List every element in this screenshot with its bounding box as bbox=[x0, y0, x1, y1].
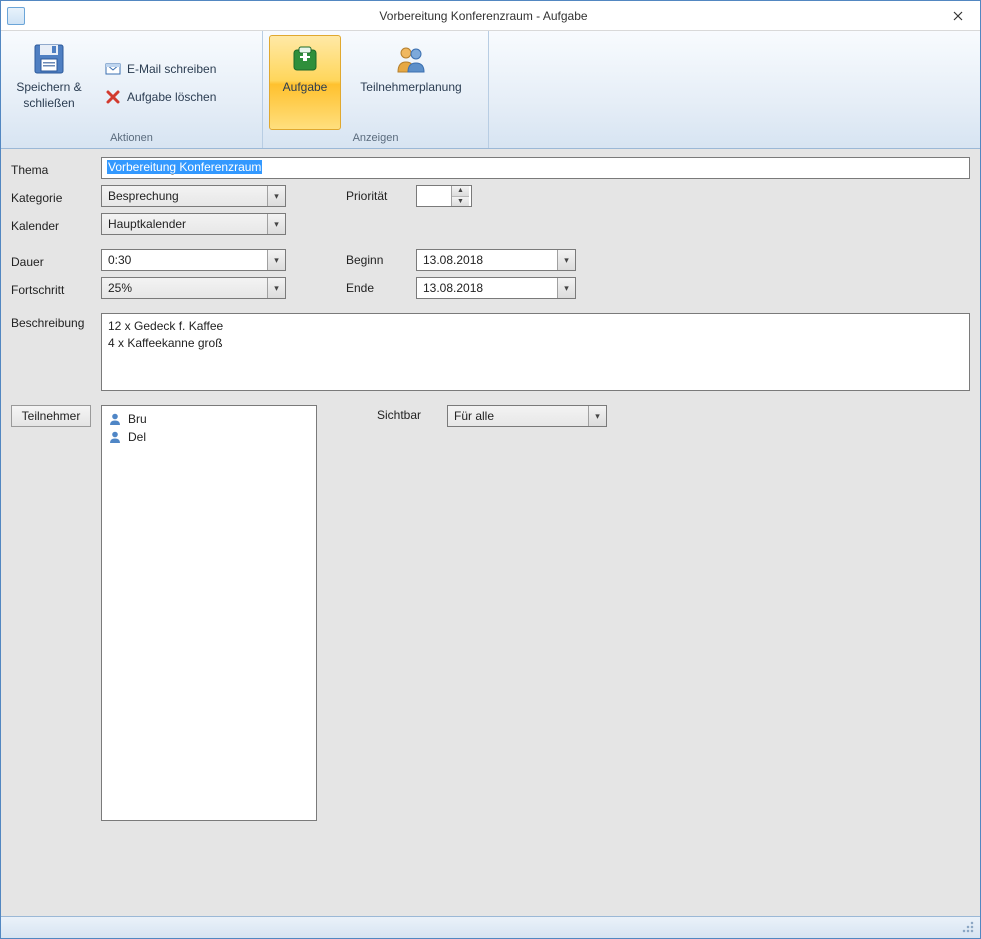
chevron-down-icon: ▾ bbox=[267, 250, 285, 270]
close-button[interactable] bbox=[936, 1, 980, 30]
email-icon bbox=[105, 61, 121, 77]
fortschritt-value: 25% bbox=[102, 281, 267, 295]
chevron-down-icon: ▾ bbox=[267, 186, 285, 206]
save-close-button[interactable]: Speichern & schließen bbox=[7, 35, 91, 130]
view-participants-label: Teilnehmerplanung bbox=[360, 80, 461, 96]
chevron-down-icon: ▾ bbox=[588, 406, 606, 426]
chevron-down-icon: ▾ bbox=[557, 278, 575, 298]
list-item-label: Del bbox=[128, 430, 146, 444]
label-beschreibung: Beschreibung bbox=[11, 313, 101, 330]
dauer-combo[interactable]: 0:30 ▾ bbox=[101, 249, 286, 271]
label-dauer: Dauer bbox=[11, 252, 101, 269]
thema-input[interactable] bbox=[101, 157, 970, 179]
chevron-down-icon: ▾ bbox=[557, 250, 575, 270]
beginn-value: 13.08.2018 bbox=[417, 253, 557, 267]
email-write-button[interactable]: E-Mail schreiben bbox=[101, 59, 220, 79]
kategorie-combo[interactable]: Besprechung ▾ bbox=[101, 185, 286, 207]
dauer-value: 0:30 bbox=[102, 253, 267, 267]
prioritaet-input[interactable] bbox=[417, 186, 451, 206]
teilnehmer-button[interactable]: Teilnehmer bbox=[11, 405, 91, 427]
list-item[interactable]: Del bbox=[108, 428, 310, 446]
window-title: Vorbereitung Konferenzraum - Aufgabe bbox=[31, 9, 936, 23]
list-item[interactable]: Bru bbox=[108, 410, 310, 428]
label-sichtbar: Sichtbar bbox=[377, 405, 447, 422]
ende-date[interactable]: 13.08.2018 ▾ bbox=[416, 277, 576, 299]
participants-icon bbox=[394, 42, 428, 76]
save-close-label: Speichern & schließen bbox=[8, 80, 90, 111]
label-prioritaet: Priorität bbox=[346, 189, 416, 203]
close-icon bbox=[953, 11, 963, 21]
chevron-down-icon: ▾ bbox=[267, 278, 285, 298]
beschreibung-textarea[interactable] bbox=[101, 313, 970, 391]
ende-value: 13.08.2018 bbox=[417, 281, 557, 295]
person-icon bbox=[108, 412, 122, 426]
label-thema: Thema bbox=[11, 160, 101, 177]
delete-icon bbox=[105, 89, 121, 105]
statusbar bbox=[1, 916, 980, 938]
label-kategorie: Kategorie bbox=[11, 188, 101, 205]
spin-down-icon[interactable]: ▼ bbox=[452, 197, 469, 207]
label-beginn: Beginn bbox=[346, 253, 416, 267]
spin-up-icon[interactable]: ▲ bbox=[452, 186, 469, 197]
kategorie-value: Besprechung bbox=[102, 189, 267, 203]
email-write-label: E-Mail schreiben bbox=[127, 62, 216, 76]
app-icon bbox=[7, 7, 25, 25]
form-area: Thema Vorbereitung Konferenzraum Kategor… bbox=[1, 149, 980, 916]
sichtbar-combo[interactable]: Für alle ▾ bbox=[447, 405, 607, 427]
ribbon-group-actions-label: Aktionen bbox=[1, 130, 262, 148]
view-participants-button[interactable]: Teilnehmerplanung bbox=[345, 35, 477, 130]
prioritaet-spinner[interactable]: ▲ ▼ bbox=[416, 185, 472, 207]
teilnehmer-listbox[interactable]: Bru Del bbox=[101, 405, 317, 821]
ribbon: Speichern & schließen E-Mail schreiben A… bbox=[1, 31, 980, 149]
task-icon bbox=[288, 42, 322, 76]
delete-task-button[interactable]: Aufgabe löschen bbox=[101, 87, 220, 107]
titlebar: Vorbereitung Konferenzraum - Aufgabe bbox=[1, 1, 980, 31]
beginn-date[interactable]: 13.08.2018 ▾ bbox=[416, 249, 576, 271]
sichtbar-value: Für alle bbox=[448, 409, 588, 423]
label-fortschritt: Fortschritt bbox=[11, 280, 101, 297]
person-icon bbox=[108, 430, 122, 444]
list-item-label: Bru bbox=[128, 412, 147, 426]
fortschritt-combo[interactable]: 25% ▾ bbox=[101, 277, 286, 299]
view-task-label: Aufgabe bbox=[283, 80, 328, 96]
resize-grip-icon[interactable] bbox=[962, 921, 976, 935]
ribbon-group-views-label: Anzeigen bbox=[263, 130, 488, 148]
kalender-combo[interactable]: Hauptkalender ▾ bbox=[101, 213, 286, 235]
save-icon bbox=[32, 42, 66, 76]
chevron-down-icon: ▾ bbox=[267, 214, 285, 234]
label-ende: Ende bbox=[346, 281, 416, 295]
view-task-button[interactable]: Aufgabe bbox=[269, 35, 341, 130]
label-kalender: Kalender bbox=[11, 216, 101, 233]
kalender-value: Hauptkalender bbox=[102, 217, 267, 231]
delete-task-label: Aufgabe löschen bbox=[127, 90, 216, 104]
